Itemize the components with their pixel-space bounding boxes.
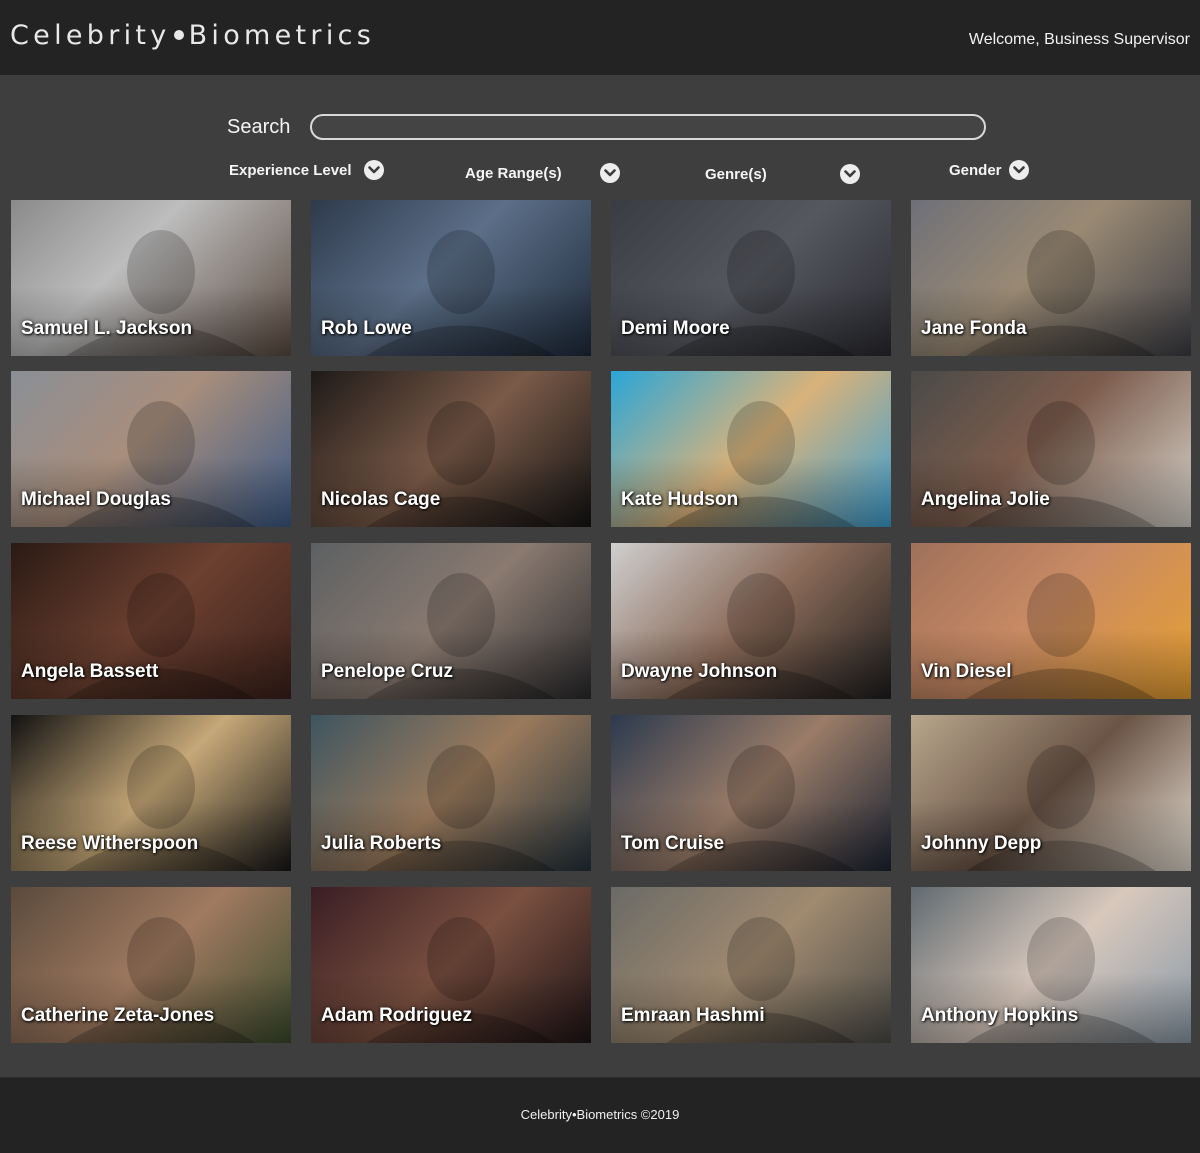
chevron-down-icon[interactable] (600, 163, 620, 183)
celebrity-card[interactable]: Adam Rodriguez (311, 887, 591, 1043)
filter-gender[interactable]: Gender (949, 160, 1039, 184)
celebrity-name: Jane Fonda (921, 318, 1027, 339)
top-bar: Celebrity Biometrics Welcome, Business Su… (0, 0, 1200, 75)
celebrity-name: Demi Moore (621, 318, 730, 339)
celebrity-card[interactable]: Anthony Hopkins (911, 887, 1191, 1043)
filter-experience-level-label: Experience Level (229, 162, 352, 179)
celebrity-card[interactable]: Demi Moore (611, 200, 891, 356)
celebrity-card[interactable]: Nicolas Cage (311, 371, 591, 527)
celebrity-name: Penelope Cruz (321, 661, 453, 682)
celebrity-name: Emraan Hashmi (621, 1005, 765, 1026)
celebrity-card[interactable]: Catherine Zeta-Jones (11, 887, 291, 1043)
celebrity-card[interactable]: Samuel L. Jackson (11, 200, 291, 356)
celebrity-card[interactable]: Dwayne Johnson (611, 543, 891, 699)
chevron-down-icon[interactable] (840, 164, 860, 184)
celebrity-name: Vin Diesel (921, 661, 1012, 682)
welcome-message: Welcome, Business Supervisor (968, 31, 1190, 48)
celebrity-name: Johnny Depp (921, 833, 1042, 854)
brand-dot-icon (173, 29, 184, 40)
celebrity-card[interactable]: Rob Lowe (311, 200, 591, 356)
chevron-down-icon[interactable] (364, 160, 384, 180)
search-input[interactable] (310, 114, 986, 140)
brand-word-biometrics: Biometrics (188, 20, 376, 51)
footer-copyright: Celebrity•Biometrics ©2019 (520, 1107, 680, 1122)
celebrity-card[interactable]: Angelina Jolie (911, 371, 1191, 527)
celebrity-card[interactable]: Angela Bassett (11, 543, 291, 699)
celebrity-name: Samuel L. Jackson (21, 318, 193, 339)
filter-age-range-label: Age Range(s) (465, 165, 562, 182)
celebrity-name: Julia Roberts (321, 833, 442, 854)
celebrity-card[interactable]: Penelope Cruz (311, 543, 591, 699)
celebrity-card[interactable]: Kate Hudson (611, 371, 891, 527)
brand-logo[interactable]: Celebrity Biometrics (10, 20, 375, 51)
chevron-down-icon[interactable] (1009, 160, 1029, 180)
filter-age-range[interactable]: Age Range(s) (465, 163, 625, 187)
celebrity-name: Rob Lowe (321, 318, 412, 339)
celebrity-name: Kate Hudson (621, 489, 739, 510)
celebrity-name: Angela Bassett (21, 661, 159, 682)
filter-gender-label: Gender (949, 162, 1002, 179)
footer: Celebrity•Biometrics ©2019 (0, 1077, 1200, 1153)
filter-genre-label: Genre(s) (705, 166, 767, 183)
celebrity-card[interactable]: Johnny Depp (911, 715, 1191, 871)
celebrity-name: Angelina Jolie (921, 489, 1050, 510)
celebrity-card[interactable]: Emraan Hashmi (611, 887, 891, 1043)
search-label: Search (227, 116, 291, 138)
filter-genre[interactable]: Genre(s) (705, 164, 865, 188)
celebrity-name: Adam Rodriguez (321, 1005, 472, 1026)
celebrity-card[interactable]: Julia Roberts (311, 715, 591, 871)
celebrity-name: Tom Cruise (621, 833, 725, 854)
celebrity-card[interactable]: Michael Douglas (11, 371, 291, 527)
celebrity-name: Michael Douglas (21, 489, 171, 510)
celebrity-name: Dwayne Johnson (621, 661, 778, 682)
celebrity-card[interactable]: Tom Cruise (611, 715, 891, 871)
filter-experience-level[interactable]: Experience Level (229, 160, 389, 184)
brand-word-celebrity: Celebrity (10, 20, 171, 51)
celebrity-name: Catherine Zeta-Jones (21, 1005, 215, 1026)
celebrity-card[interactable]: Jane Fonda (911, 200, 1191, 356)
celebrity-name: Anthony Hopkins (921, 1005, 1079, 1026)
celebrity-name: Nicolas Cage (321, 489, 441, 510)
celebrity-card[interactable]: Vin Diesel (911, 543, 1191, 699)
celebrity-name: Reese Witherspoon (21, 833, 199, 854)
celebrity-card[interactable]: Reese Witherspoon (11, 715, 291, 871)
